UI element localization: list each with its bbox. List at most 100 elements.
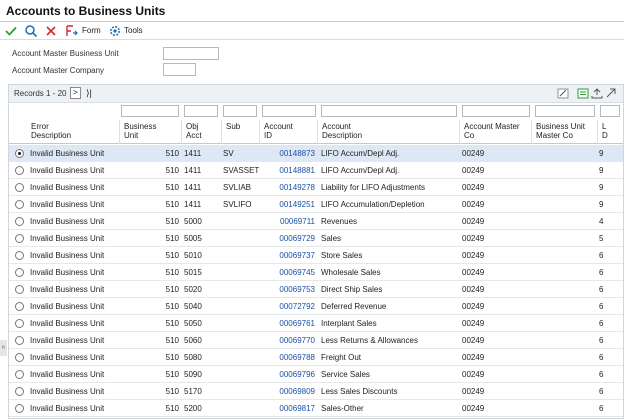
row-select-radio[interactable] <box>15 285 24 294</box>
cell-account-id-link[interactable]: 00069729 <box>259 234 315 243</box>
col-account-id[interactable]: Account ID <box>259 120 317 144</box>
qbe-business-unit-master-co[interactable] <box>535 105 595 117</box>
cell-account-description: Freight Out <box>321 353 362 362</box>
table-row[interactable]: Invalid Business Unit 510 5010 00069737 Stor… <box>9 247 623 264</box>
qbe-business-unit[interactable] <box>121 105 179 117</box>
tools-menu[interactable]: Tools <box>124 26 143 35</box>
row-select-radio[interactable] <box>15 183 24 192</box>
col-obj-acct[interactable]: Obj Acct <box>181 120 221 144</box>
row-select-radio[interactable] <box>15 268 24 277</box>
row-select-radio[interactable] <box>15 404 24 413</box>
cell-account-id-link[interactable]: 00069796 <box>259 370 315 379</box>
table-row[interactable]: Invalid Business Unit 510 5080 00069788 Frei… <box>9 349 623 366</box>
form-icon[interactable] <box>65 24 79 38</box>
cell-account-id-link[interactable]: 00072792 <box>259 302 315 311</box>
table-row[interactable]: Invalid Business Unit 510 1411 SV 00148873 LI… <box>9 145 623 162</box>
table-row[interactable]: Invalid Business Unit 510 5015 00069745 Whol… <box>9 264 623 281</box>
cell-error-description: Invalid Business Unit <box>30 353 105 362</box>
col-sub[interactable]: Sub <box>221 120 259 144</box>
table-row[interactable]: Invalid Business Unit 510 5170 00069809 Less… <box>9 383 623 400</box>
cell-sub: SVLIAB <box>223 183 252 192</box>
checkmark-icon[interactable] <box>4 24 18 38</box>
row-select-radio[interactable] <box>15 166 24 175</box>
cell-obj-acct: 5040 <box>184 302 202 311</box>
row-select-radio[interactable] <box>15 251 24 260</box>
export-icon[interactable] <box>577 88 589 99</box>
table-row[interactable]: Invalid Business Unit 510 5090 00069796 Serv… <box>9 366 623 383</box>
gear-icon[interactable] <box>108 24 122 38</box>
row-select-radio[interactable] <box>15 370 24 379</box>
cell-account-id-link[interactable]: 00069809 <box>259 387 315 396</box>
search-icon[interactable] <box>24 24 38 38</box>
col-account-description[interactable]: Account Description <box>317 120 459 144</box>
row-select-radio[interactable] <box>15 149 24 158</box>
cell-obj-acct: 5050 <box>184 319 202 328</box>
qbe-ld[interactable] <box>600 105 620 117</box>
cell-account-id-link[interactable]: 00069711 <box>259 217 315 226</box>
col-label: Sub <box>226 122 241 131</box>
cell-account-id-link[interactable]: 00069753 <box>259 285 315 294</box>
grid-header-bar: Records 1 - 20 > ⟩| <box>9 85 623 103</box>
cell-account-id-link[interactable]: 00069737 <box>259 251 315 260</box>
table-row[interactable]: Invalid Business Unit 510 1411 SVASSET 00148… <box>9 162 623 179</box>
row-select-radio[interactable] <box>15 336 24 345</box>
row-select-radio[interactable] <box>15 319 24 328</box>
cell-account-master-co: 00249 <box>462 302 485 311</box>
cell-account-id-link[interactable]: 00069817 <box>259 404 315 413</box>
cell-account-master-co: 00249 <box>462 217 485 226</box>
title-bar: Accounts to Business Units <box>0 0 624 22</box>
row-select-radio[interactable] <box>15 234 24 243</box>
cell-account-master-co: 00249 <box>462 353 485 362</box>
table-row[interactable]: Invalid Business Unit 510 1411 SVLIAB 001492… <box>9 179 623 196</box>
cell-account-id-link[interactable]: 00069761 <box>259 319 315 328</box>
cell-account-master-co: 00249 <box>462 200 485 209</box>
row-select-radio[interactable] <box>15 217 24 226</box>
cell-account-master-co: 00249 <box>462 285 485 294</box>
table-row[interactable]: Invalid Business Unit 510 5200 00069817 Sale… <box>9 400 623 417</box>
business-unit-input[interactable] <box>163 47 219 60</box>
table-row[interactable]: Invalid Business Unit 510 5040 00072792 Defe… <box>9 298 623 315</box>
customize-grid-icon[interactable] <box>557 88 569 99</box>
cell-account-id-link[interactable]: 00148881 <box>259 166 315 175</box>
cell-account-id-link[interactable]: 00069745 <box>259 268 315 277</box>
company-input[interactable] <box>163 63 196 76</box>
maximize-icon[interactable] <box>605 88 617 99</box>
col-ld[interactable]: L D <box>597 120 623 144</box>
table-row[interactable]: Invalid Business Unit 510 5005 00069729 Sale… <box>9 230 623 247</box>
table-row[interactable]: Invalid Business Unit 510 5000 00069711 Reve… <box>9 213 623 230</box>
col-label: Account ID <box>264 122 293 140</box>
form-menu[interactable]: Form <box>82 26 101 35</box>
row-select-radio[interactable] <box>15 200 24 209</box>
cell-ld: 9 <box>599 183 604 192</box>
table-row[interactable]: Invalid Business Unit 510 5050 00069761 Inte… <box>9 315 623 332</box>
cell-account-id-link[interactable]: 00148873 <box>259 149 315 158</box>
cell-account-id-link[interactable]: 00069770 <box>259 336 315 345</box>
qbe-account-master-co[interactable] <box>462 105 530 117</box>
row-select-radio[interactable] <box>15 353 24 362</box>
row-select-radio[interactable] <box>15 387 24 396</box>
col-business-unit[interactable]: Business Unit <box>119 120 181 144</box>
col-business-unit-master-co[interactable]: Business Unit Master Co <box>531 120 597 144</box>
close-icon[interactable] <box>44 24 58 38</box>
cell-account-description: Store Sales <box>321 251 363 260</box>
cell-account-id-link[interactable]: 00149278 <box>259 183 315 192</box>
table-row[interactable]: Invalid Business Unit 510 5060 00069770 Less… <box>9 332 623 349</box>
qbe-obj-acct[interactable] <box>184 105 218 117</box>
collapse-handle[interactable]: « <box>0 340 7 356</box>
qbe-account-id[interactable] <box>262 105 316 117</box>
cell-account-id-link[interactable]: 00069788 <box>259 353 315 362</box>
qbe-sub[interactable] <box>223 105 257 117</box>
cell-ld: 6 <box>599 336 604 345</box>
table-row[interactable]: Invalid Business Unit 510 5020 00069753 Dire… <box>9 281 623 298</box>
row-select-radio[interactable] <box>15 302 24 311</box>
table-row[interactable]: Invalid Business Unit 510 1411 SVLIFO 001492… <box>9 196 623 213</box>
last-page-button[interactable]: ⟩| <box>86 88 92 99</box>
cell-account-id-link[interactable]: 00149251 <box>259 200 315 209</box>
cell-obj-acct: 5060 <box>184 336 202 345</box>
qbe-account-description[interactable] <box>321 105 457 117</box>
next-page-button[interactable]: > <box>70 87 81 99</box>
col-error-description[interactable]: Error Description <box>27 120 119 144</box>
col-label: Business Unit <box>124 122 157 140</box>
col-account-master-co[interactable]: Account Master Co <box>459 120 531 144</box>
upload-icon[interactable] <box>591 88 603 99</box>
